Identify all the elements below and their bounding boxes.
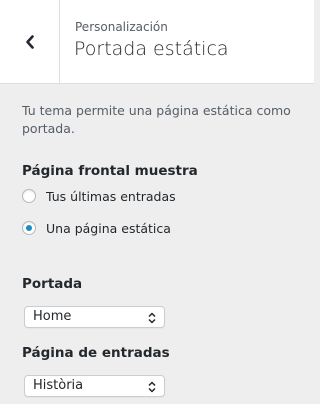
homepage-select[interactable]: Home: [24, 306, 165, 328]
back-button[interactable]: [0, 0, 60, 83]
page-title: Portada estática: [74, 38, 229, 60]
customizer-header: Personalización Portada estática: [0, 0, 314, 84]
select-arrows-icon: [148, 312, 156, 324]
radio-button[interactable]: [22, 189, 36, 203]
radio-label: Una página estática: [46, 220, 171, 236]
radio-label: Tus últimas entradas: [46, 188, 176, 204]
radio-static-page[interactable]: Una página estática: [22, 218, 171, 238]
radio-latest-posts[interactable]: Tus últimas entradas: [22, 186, 176, 206]
posts-page-select-value: Història: [33, 378, 84, 393]
homepage-label: Portada: [22, 276, 83, 292]
chevron-left-icon: [25, 34, 34, 49]
select-arrows-icon: [148, 381, 156, 393]
homepage-select-value: Home: [33, 309, 72, 324]
posts-page-select[interactable]: Història: [24, 375, 165, 397]
breadcrumb: Personalización: [75, 20, 168, 34]
posts-page-label: Página de entradas: [22, 345, 170, 361]
front-page-display-label: Página frontal muestra: [22, 163, 198, 179]
radio-button-checked[interactable]: [22, 221, 36, 235]
section-description: Tu tema permite una página estática como…: [22, 103, 291, 136]
